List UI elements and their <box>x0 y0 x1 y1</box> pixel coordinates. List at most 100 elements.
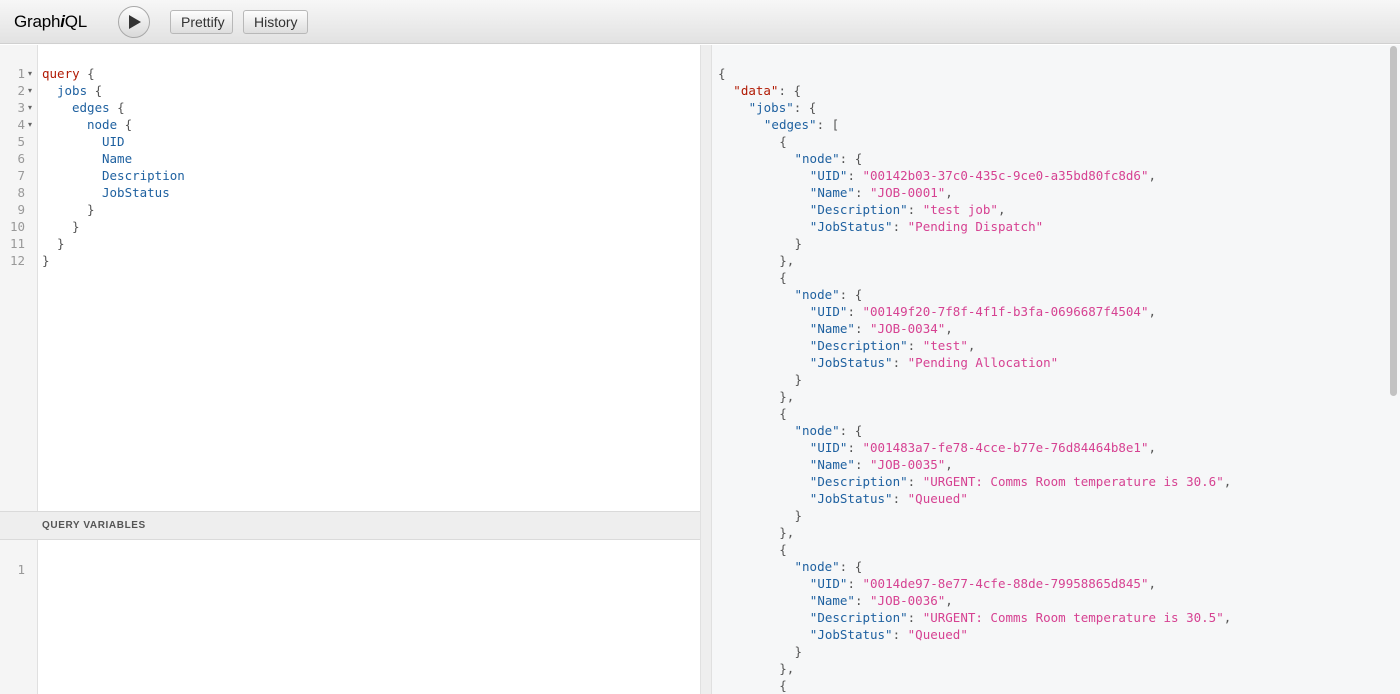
result-line: "Name": "JOB-0001", <box>810 184 953 201</box>
prettify-button[interactable]: Prettify <box>170 10 233 34</box>
result-line: "JobStatus": "Queued" <box>810 490 968 507</box>
json-punctuation: : <box>892 627 908 642</box>
result-line: } <box>795 371 803 388</box>
result-line: { <box>718 65 726 82</box>
execute-query-button[interactable] <box>118 6 150 38</box>
fold-toggle-icon[interactable]: ▾ <box>28 116 32 133</box>
result-line: } <box>795 643 803 660</box>
json-string-value: "Queued" <box>907 627 968 642</box>
json-key: "UID" <box>809 576 848 591</box>
result-line: "Description": "test job", <box>810 201 1006 218</box>
json-string-value: "JOB-0036" <box>870 593 946 608</box>
line-number: 10 <box>9 219 25 234</box>
json-punctuation: } <box>794 644 803 659</box>
json-string-value: "Pending Dispatch" <box>907 219 1044 234</box>
json-key: "Name" <box>809 457 855 472</box>
punctuation-token: } <box>57 236 65 251</box>
result-line: }, <box>779 524 794 541</box>
json-string-value: "001483a7-fe78-4cce-b77e-76d84464b8e1" <box>862 440 1149 455</box>
toolbar: GraphiQL Prettify History <box>0 0 1400 44</box>
json-punctuation: : { <box>778 83 802 98</box>
line-number: 6 <box>17 151 25 166</box>
json-string-value: "Pending Allocation" <box>907 355 1059 370</box>
fold-toggle-icon[interactable]: ▾ <box>28 99 32 116</box>
code-line[interactable]: } <box>87 201 95 218</box>
json-punctuation: , <box>945 457 953 472</box>
json-punctuation: : <box>907 338 923 353</box>
json-punctuation: , <box>945 321 953 336</box>
field-token: jobs <box>57 83 88 98</box>
result-line: } <box>795 235 803 252</box>
query-variables-header[interactable]: QUERY VARIABLES <box>0 511 700 540</box>
json-key: "Description" <box>809 474 908 489</box>
code-line[interactable]: Name <box>102 150 132 167</box>
fold-toggle-icon[interactable]: ▾ <box>28 82 32 99</box>
result-line: }, <box>779 388 794 405</box>
json-string-value: "JOB-0001" <box>870 185 946 200</box>
result-line: { <box>779 541 787 558</box>
result-line: { <box>779 677 787 694</box>
json-punctuation: , <box>945 185 953 200</box>
json-key: "UID" <box>809 168 848 183</box>
json-punctuation: , <box>1148 576 1157 591</box>
result-line: "node": { <box>795 150 863 167</box>
json-punctuation: } <box>794 372 803 387</box>
json-punctuation: : <box>854 457 871 472</box>
query-editor[interactable]: 1 ▾ query {2 ▾ jobs {3 ▾ edges {4 ▾ node {5 UID 6 N… <box>0 45 700 511</box>
json-punctuation: : <box>854 321 871 336</box>
punctuation-token: } <box>72 219 80 234</box>
json-punctuation: , <box>945 593 953 608</box>
line-number: 9 <box>17 202 25 217</box>
result-scrollbar[interactable] <box>1390 46 1397 396</box>
query-variables-editor[interactable]: 1 <box>0 540 700 694</box>
code-line[interactable]: UID <box>102 133 125 150</box>
json-key: "Name" <box>809 321 855 336</box>
code-line[interactable]: } <box>72 218 80 235</box>
code-line[interactable]: } <box>42 252 50 269</box>
punctuation-token: { <box>117 117 133 132</box>
punctuation-token: } <box>87 202 95 217</box>
json-key: "JobStatus" <box>809 491 893 506</box>
json-string-value: "00142b03-37c0-435c-9ce0-a35bd80fc8d6" <box>862 168 1149 183</box>
json-punctuation: } <box>794 236 803 251</box>
json-punctuation: { <box>779 134 787 149</box>
code-line[interactable]: } <box>57 235 65 252</box>
json-key: "data" <box>733 83 779 98</box>
json-key: "JobStatus" <box>809 355 893 370</box>
json-key: "Description" <box>809 338 908 353</box>
result-line: "Name": "JOB-0035", <box>810 456 953 473</box>
result-line: "Name": "JOB-0036", <box>810 592 953 609</box>
history-button[interactable]: History <box>243 10 308 34</box>
code-line[interactable]: JobStatus <box>102 184 170 201</box>
json-string-value: "URGENT: Comms Room temperature is 30.6" <box>922 474 1224 489</box>
json-string-value: "Queued" <box>907 491 968 506</box>
code-line[interactable]: edges { <box>72 99 125 116</box>
json-key: "JobStatus" <box>809 627 893 642</box>
json-key: "node" <box>794 287 840 302</box>
line-number: 4 <box>17 117 25 132</box>
json-key: "node" <box>794 559 840 574</box>
json-key: "JobStatus" <box>809 219 893 234</box>
pane-divider[interactable] <box>700 45 712 694</box>
json-key: "Name" <box>809 185 855 200</box>
json-punctuation: } <box>794 508 803 523</box>
code-line[interactable]: jobs { <box>57 82 102 99</box>
result-line: "JobStatus": "Pending Allocation" <box>810 354 1058 371</box>
result-viewer: {▾"data": {▾"jobs": {▾"edges": [▾{▾"node… <box>712 45 1400 694</box>
result-line: "UID": "0014de97-8e77-4cfe-88de-79958865… <box>810 575 1156 592</box>
line-number: 11 <box>9 236 25 251</box>
code-line[interactable]: node { <box>87 116 132 133</box>
json-punctuation: }, <box>779 389 795 404</box>
punctuation-token: { <box>79 66 95 81</box>
json-string-value: "test" <box>922 338 968 353</box>
json-punctuation: , <box>1223 474 1232 489</box>
json-punctuation: , <box>1148 440 1157 455</box>
code-line[interactable]: Description <box>102 167 185 184</box>
punctuation-token: } <box>42 253 50 268</box>
code-line[interactable]: query { <box>42 65 95 82</box>
json-punctuation: : { <box>839 559 863 574</box>
json-punctuation: : <box>907 610 923 625</box>
fold-toggle-icon[interactable]: ▾ <box>28 65 32 82</box>
json-punctuation: { <box>779 678 787 693</box>
result-line: "JobStatus": "Queued" <box>810 626 968 643</box>
